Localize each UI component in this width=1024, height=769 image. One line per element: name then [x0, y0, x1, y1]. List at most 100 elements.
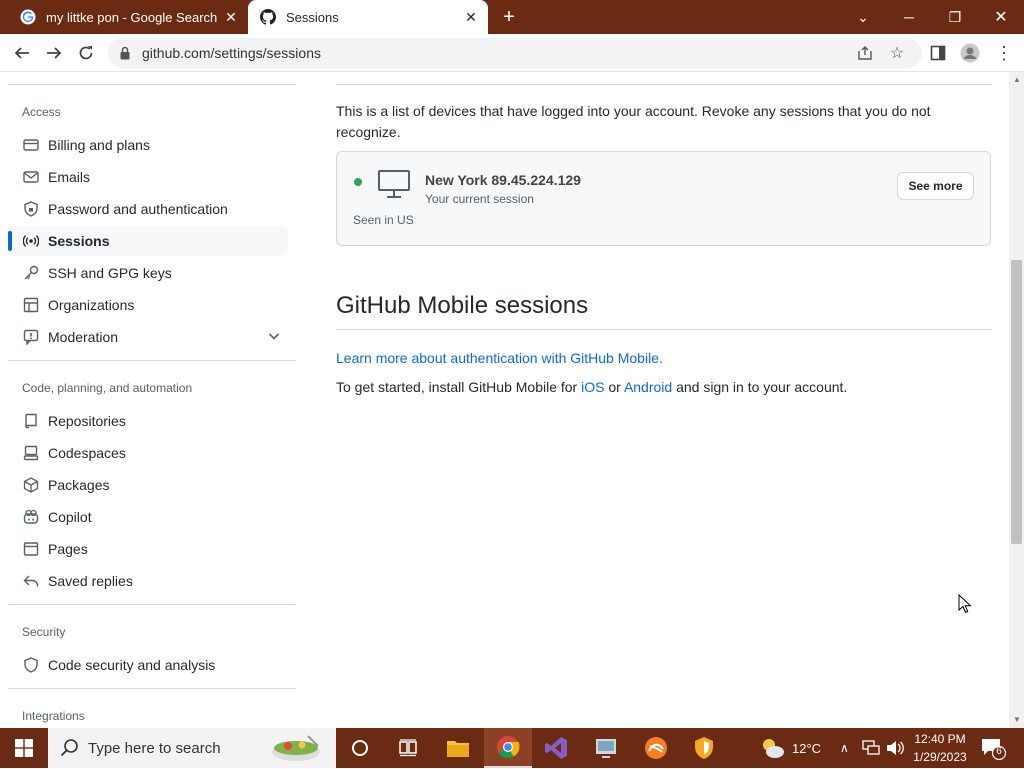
visual-studio-icon[interactable]: [532, 728, 580, 768]
notifications-icon[interactable]: 6: [980, 736, 1007, 761]
weather-temperature: 12°C: [792, 740, 822, 756]
new-tab-button[interactable]: +: [497, 5, 521, 29]
divider: [8, 688, 296, 689]
task-view-icon[interactable]: [384, 728, 432, 768]
clock-time: 12:40 PM: [914, 732, 966, 746]
sidebar-item-label: Emails: [48, 169, 91, 185]
package-icon: [22, 476, 40, 494]
mouse-cursor-icon: [958, 593, 972, 614]
see-more-button[interactable]: See more: [897, 172, 974, 200]
tab-google-search[interactable]: my littke pon - Google Search ✕: [8, 0, 248, 34]
share-icon[interactable]: [854, 42, 876, 64]
taskbar-search-box[interactable]: Type here to search: [48, 728, 336, 768]
chevron-down-icon[interactable]: [266, 328, 282, 344]
google-icon: [20, 9, 36, 25]
browser-toolbar: github.com/settings/sessions ☆ ⋮: [0, 34, 1024, 72]
scroll-up-icon[interactable]: ▲: [1013, 76, 1021, 84]
scroll-down-icon[interactable]: ▼: [1013, 716, 1021, 724]
weather-widget[interactable]: 12°C: [760, 728, 821, 768]
sidebar-item-pages[interactable]: Pages: [8, 534, 288, 564]
credit-card-icon: [22, 136, 40, 154]
session-seen-in: Seen in US: [353, 213, 414, 227]
close-icon[interactable]: ✕: [460, 9, 482, 26]
tab-sessions[interactable]: Sessions ✕: [248, 0, 488, 34]
back-arrow-icon[interactable]: [8, 39, 36, 67]
active-status-dot: [354, 178, 362, 186]
close-window-icon[interactable]: ✕: [978, 0, 1024, 34]
sidebar-item-ssh-gpg[interactable]: SSH and GPG keys: [8, 258, 288, 288]
volume-icon[interactable]: [886, 728, 904, 768]
profile-avatar-icon[interactable]: [956, 39, 984, 67]
sidebar-item-moderation[interactable]: Moderation: [8, 322, 288, 352]
sidebar-item-billing[interactable]: Billing and plans: [8, 130, 288, 160]
vpn-shield-icon[interactable]: [680, 728, 728, 768]
mail-icon: [22, 168, 40, 186]
sidebar-item-packages[interactable]: Packages: [8, 470, 288, 500]
search-highlight-salad-icon: [268, 732, 324, 764]
sessions-main: This is a list of devices that have logg…: [336, 72, 992, 728]
page-content: Access Billing and plans Emails Password…: [0, 72, 1024, 728]
close-icon[interactable]: ✕: [220, 9, 242, 26]
minimize-icon[interactable]: ─: [886, 0, 932, 34]
restore-icon[interactable]: ❐: [932, 0, 978, 34]
sidebar-item-label: Moderation: [48, 329, 119, 345]
sidebar-item-label: Code security and analysis: [48, 657, 216, 673]
divider: [8, 84, 296, 85]
section-heading-integrations: Integrations: [22, 709, 85, 723]
sidebar-item-codespaces[interactable]: Codespaces: [8, 438, 288, 468]
side-panel-icon[interactable]: [924, 39, 952, 67]
network-icon[interactable]: [862, 728, 880, 768]
divider: [8, 360, 296, 361]
address-bar[interactable]: github.com/settings/sessions ☆: [108, 38, 922, 68]
page-scrollbar[interactable]: ▲ ▼: [1009, 72, 1024, 728]
or-text: or: [608, 379, 621, 395]
clock-date: 1/29/2023: [913, 750, 967, 764]
sessions-intro: This is a list of devices that have logg…: [336, 103, 931, 140]
app-orange-icon[interactable]: [632, 728, 680, 768]
sidebar-item-repositories[interactable]: Repositories: [8, 406, 288, 436]
sidebar-item-password[interactable]: Password and authentication: [8, 194, 288, 224]
session-location: New York 89.45.224.129: [425, 172, 581, 188]
cortana-icon[interactable]: [336, 728, 384, 768]
tab-title: my littke pon - Google Search: [46, 9, 218, 25]
shield-icon: [22, 656, 40, 674]
get-started-prefix: To get started, install GitHub Mobile fo…: [336, 379, 578, 395]
sidebar-item-label: Packages: [48, 477, 110, 493]
section-heading-code: Code, planning, and automation: [22, 381, 193, 395]
sidebar-item-organizations[interactable]: Organizations: [8, 290, 288, 320]
sidebar-item-code-security[interactable]: Code security and analysis: [8, 650, 288, 680]
url-text: github.com/settings/sessions: [142, 45, 321, 61]
key-icon: [22, 264, 40, 282]
kebab-menu-icon[interactable]: ⋮: [990, 39, 1018, 67]
windows-start-button[interactable]: [0, 728, 48, 768]
get-started-suffix: and sign in to your account.: [676, 379, 848, 395]
windows-taskbar: Type here to search 12°C ∧ 12:40 PM 1/29…: [0, 728, 1024, 768]
control-panel-icon[interactable]: [582, 728, 630, 768]
tab-title: Sessions: [286, 9, 339, 25]
reload-icon[interactable]: [72, 39, 100, 67]
report-icon: [22, 328, 40, 346]
chrome-icon[interactable]: [484, 728, 532, 768]
browser-tab-bar: my littke pon - Google Search ✕ Sessions…: [0, 0, 1024, 34]
sidebar-item-copilot[interactable]: Copilot: [8, 502, 288, 532]
taskbar-clock[interactable]: 12:40 PM 1/29/2023: [908, 730, 972, 766]
learn-more-link[interactable]: Learn more about authentication with Git…: [336, 350, 663, 366]
session-card: New York 89.45.224.129 Your current sess…: [336, 151, 991, 246]
taskbar-search-placeholder: Type here to search: [88, 739, 221, 757]
scrollbar-thumb[interactable]: [1011, 260, 1022, 544]
bookmark-star-icon[interactable]: ☆: [886, 42, 908, 64]
sidebar-item-sessions[interactable]: Sessions: [8, 226, 288, 256]
sidebar-item-saved-replies[interactable]: Saved replies: [8, 566, 288, 596]
forward-arrow-icon[interactable]: [40, 39, 68, 67]
browser-icon: [22, 540, 40, 558]
tab-search-chevron-icon[interactable]: ⌄: [840, 0, 886, 34]
show-hidden-icons-chevron-icon[interactable]: ∧: [840, 728, 849, 768]
sidebar-item-emails[interactable]: Emails: [8, 162, 288, 192]
android-link[interactable]: Android: [624, 379, 672, 395]
notification-count: 6: [996, 746, 1002, 757]
reply-icon: [22, 572, 40, 590]
ios-link[interactable]: iOS: [581, 379, 604, 395]
settings-sidebar: Access Billing and plans Emails Password…: [8, 72, 296, 728]
shield-lock-icon: [22, 200, 40, 218]
file-explorer-icon[interactable]: [434, 728, 482, 768]
